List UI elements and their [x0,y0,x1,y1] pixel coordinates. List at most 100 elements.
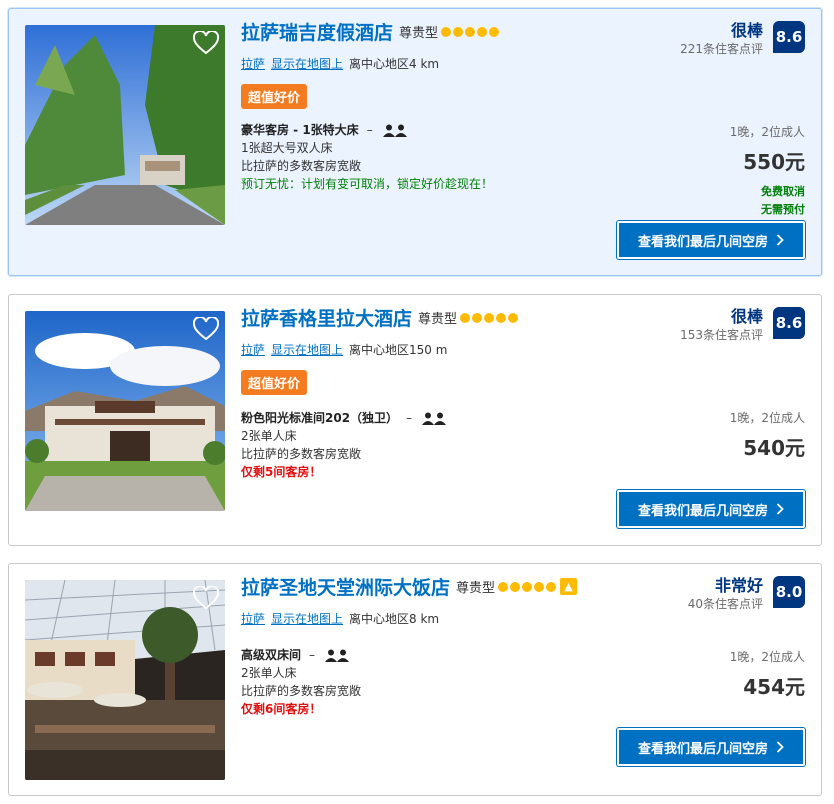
hotel-card-2: 拉萨香格里拉大酒店 尊贵型 拉萨 显示在地图上 离中心地区150 m 超值好价 粉色阳… [8,294,822,546]
star-icon [534,581,545,592]
persons-icon [324,649,349,662]
score-badge: 8.6 [773,307,805,339]
star-icon [453,26,464,37]
rating-word: 很棒 [730,307,763,326]
show-on-map-link[interactable]: 显示在地图上 [271,343,343,357]
cta-label: 查看我们最后几间空房 [637,234,768,250]
review-count: 221条住客点评 [680,42,763,56]
star-icon [489,26,500,37]
chevron-right-icon [776,741,784,753]
star-rating [441,26,500,37]
deal-badge: 超值好价 [241,84,308,109]
booking-note: 预订无忧：计划有变可取消，锁定好价趁现在！ [241,177,494,191]
rooms-left-warning: 仅剩6间客房！ [241,702,322,716]
star-icon [477,26,488,37]
heart-icon[interactable] [193,317,219,341]
see-availability-button[interactable]: 查看我们最后几间空房 [617,490,805,528]
price-block: 1晚，2位成人 540元 [730,409,805,461]
distance-text: 离中心地区150 m [349,343,448,357]
review-words: 很棒 221条住客点评 [680,21,763,57]
review-count: 40条住客点评 [687,597,763,611]
city-link[interactable]: 拉萨 [241,57,265,71]
review-score-block[interactable]: 非常好 40条住客点评 8.0 [688,576,805,611]
review-score-block[interactable]: 很棒 221条住客点评 8.6 [680,21,805,56]
cta-label: 查看我们最后几间空房 [637,741,768,757]
location-row: 拉萨 显示在地图上 离中心地区8 km [241,610,439,627]
star-icon [508,312,519,323]
star-icon [465,26,476,37]
thumbs-up-icon[interactable]: ▲ [560,578,578,595]
hotel-photo-2[interactable] [25,311,225,511]
rating-word: 非常好 [714,576,763,595]
heart-icon[interactable] [193,586,219,610]
hotel-title-1: 拉萨瑞吉度假酒店 尊贵型 [241,21,500,48]
deal-badge: 超值好价 [241,370,308,395]
review-words: 很棒 153条住客点评 [680,307,763,343]
star-icon [484,312,495,323]
hotel-class-label: 尊贵型 [418,312,458,327]
room-desc: 比拉萨的多数客房宽敞 [241,159,362,173]
star-icon [546,581,557,592]
review-score-block[interactable]: 很棒 153条住客点评 8.6 [680,307,805,342]
show-on-map-link[interactable]: 显示在地图上 [271,57,343,71]
room-desc: 比拉萨的多数客房宽敞 [241,447,362,461]
rooms-left-warning: 仅剩5间客房！ [241,465,322,479]
cta-label: 查看我们最后几间空房 [637,503,768,519]
persons-icon [421,412,446,425]
star-icon [522,581,533,592]
see-availability-button[interactable]: 查看我们最后几间空房 [617,728,805,766]
hotel-photo-3[interactable] [25,580,225,780]
room-info: 高级双床间 – 2张单人床 比拉萨的多数客房宽敞 仅剩6间客房！ [241,648,362,716]
show-on-map-link[interactable]: 显示在地图上 [271,612,343,626]
rating-word: 很棒 [730,21,763,40]
star-rating [498,581,557,592]
bed-info: 2张单人床 [241,429,297,443]
city-link[interactable]: 拉萨 [241,343,265,357]
room-name: 高级双床间 [241,648,302,662]
star-icon [441,26,452,37]
price-amount: 540元 [743,436,805,460]
bed-info: 2张单人床 [241,666,297,680]
room-info: 豪华客房 - 1张特大床 – 1张超大号双人床 比拉萨的多数客房宽敞 预订无忧：计… [241,123,494,191]
chevron-right-icon [776,234,784,246]
review-words: 非常好 40条住客点评 [688,576,763,612]
room-info: 粉色阳光标准间202（独卫） – 2张单人床 比拉萨的多数客房宽敞 仅剩5间客房！ [241,409,446,481]
price-block: 1晚，2位成人 550元 免费取消 无需预付 [730,123,805,219]
room-name: 豪华客房 - 1张特大床 [241,123,359,137]
star-icon [460,312,471,323]
star-icon [510,581,521,592]
hotel-class-label: 尊贵型 [456,581,496,596]
hotel-title-3: 拉萨圣地天堂洲际大饭店 尊贵型 ▲ [241,576,578,603]
star-icon [496,312,507,323]
price-block: 1晚，2位成人 454元 [730,648,805,700]
distance-text: 离中心地区4 km [349,57,440,71]
chevron-right-icon [776,503,784,515]
hotel-card-1: 拉萨瑞吉度假酒店 尊贵型 拉萨 显示在地图上 离中心地区4 km 超值好价 豪华客房 … [8,8,822,276]
hotel-name-link[interactable]: 拉萨瑞吉度假酒店 [241,22,393,44]
score-badge: 8.0 [773,576,805,608]
city-link[interactable]: 拉萨 [241,612,265,626]
hotel-photo-1[interactable] [25,25,225,225]
room-desc: 比拉萨的多数客房宽敞 [241,684,362,698]
star-rating [460,312,519,323]
hotel-name-link[interactable]: 拉萨香格里拉大酒店 [241,308,412,330]
review-count: 153条住客点评 [680,328,763,342]
location-row: 拉萨 显示在地图上 离中心地区150 m [241,341,447,358]
location-row: 拉萨 显示在地图上 离中心地区4 km [241,55,439,72]
price-amount: 550元 [743,150,805,174]
persons-icon [382,124,407,137]
stay-info: 1晚，2位成人 [729,411,805,425]
heart-icon[interactable] [193,31,219,55]
hotel-class-label: 尊贵型 [399,26,439,41]
stay-info: 1晚，2位成人 [729,650,805,664]
distance-text: 离中心地区8 km [349,612,440,626]
stay-info: 1晚，2位成人 [729,125,805,139]
see-availability-button[interactable]: 查看我们最后几间空房 [617,221,805,259]
bed-info: 1张超大号双人床 [241,141,333,155]
score-badge: 8.6 [773,21,805,53]
hotel-title-2: 拉萨香格里拉大酒店 尊贵型 [241,307,519,334]
hotel-name-link[interactable]: 拉萨圣地天堂洲际大饭店 [241,577,450,599]
hotel-card-3: 拉萨圣地天堂洲际大饭店 尊贵型 ▲ 拉萨 显示在地图上 离中心地区8 km 高级双床间 –… [8,563,822,796]
room-name: 粉色阳光标准间202（独卫） [241,411,399,425]
price-amount: 454元 [743,675,805,699]
